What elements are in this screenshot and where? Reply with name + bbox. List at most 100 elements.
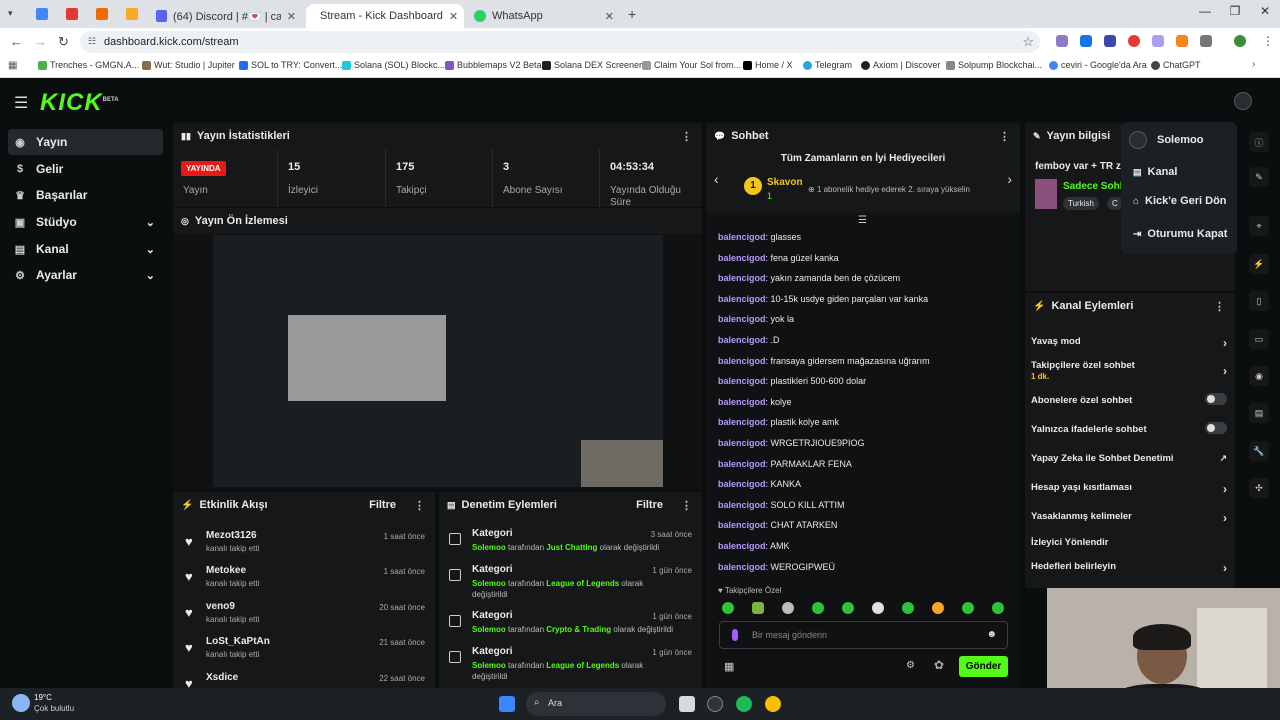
chat-input[interactable]: Bir mesaj gönderin ☻: [719, 621, 1008, 649]
user-avatar[interactable]: [1234, 92, 1252, 110]
next-arrow-icon[interactable]: ›: [1007, 171, 1012, 187]
more-options-icon[interactable]: ⋮: [1214, 300, 1225, 313]
reload-icon[interactable]: ↻: [58, 34, 69, 50]
stream-preview-video[interactable]: [213, 235, 663, 487]
more-options-icon[interactable]: ⋮: [681, 499, 692, 512]
google-tab-icon[interactable]: [36, 8, 48, 20]
tab-kick[interactable]: Stream - Kick Dashboard ✕: [306, 4, 464, 28]
emote[interactable]: [752, 602, 764, 614]
chat-username[interactable]: balencigod: [718, 253, 766, 263]
chat-username[interactable]: balencigod: [718, 541, 766, 551]
extension-search-icon[interactable]: [1080, 35, 1092, 47]
bookmark-item[interactable]: Trenches - GMGN.A...: [38, 60, 139, 70]
broadcast-icon[interactable]: ◉: [1249, 366, 1269, 386]
emote[interactable]: [932, 602, 944, 614]
profile-avatar-icon[interactable]: [1234, 35, 1246, 47]
close-tab-icon[interactable]: ✕: [605, 10, 614, 23]
emote[interactable]: [992, 602, 1004, 614]
tab-list-icon[interactable]: ▾: [8, 8, 13, 19]
sidebar-item-channel[interactable]: ▤ Kanal ⌄: [8, 236, 163, 262]
weather-icon[interactable]: [12, 694, 30, 712]
emote[interactable]: [842, 602, 854, 614]
chat-username[interactable]: balencigod: [718, 417, 766, 427]
url-field[interactable]: ☷ dashboard.kick.com/stream ☆: [80, 31, 1040, 53]
bookmark-item[interactable]: Solpump Blockchai...: [946, 60, 1042, 70]
bookmark-item[interactable]: Solana DEX Screener: [542, 60, 642, 70]
emote[interactable]: [872, 602, 884, 614]
bookmark-item[interactable]: ChatGPT: [1151, 60, 1201, 70]
tab-whatsapp[interactable]: WhatsApp ✕: [466, 4, 622, 28]
bookmark-item[interactable]: Home / X: [743, 60, 793, 70]
apps-icon[interactable]: ✣: [1249, 478, 1269, 498]
apps-grid-icon[interactable]: ▦: [8, 60, 17, 71]
chat-username[interactable]: balencigod: [718, 232, 766, 242]
wrench-icon[interactable]: 🔧: [1249, 441, 1269, 461]
bolt-icon[interactable]: ⚡: [1249, 254, 1269, 274]
gift-icon[interactable]: ✿: [934, 658, 944, 672]
chat-filter-icon[interactable]: ☰: [858, 215, 867, 226]
bookmark-item[interactable]: Axiom | Discover: [861, 60, 940, 70]
forward-icon[interactable]: →: [34, 34, 47, 49]
store-icon[interactable]: ▦: [724, 660, 734, 673]
chat-username[interactable]: balencigod: [718, 314, 766, 324]
browser-menu-icon[interactable]: ⋮: [1262, 34, 1274, 48]
extension-wave-icon[interactable]: [1104, 35, 1116, 47]
set-goals-item[interactable]: Hedefleri belirleyin ›: [1031, 561, 1227, 575]
info-icon[interactable]: ⓘ: [1249, 132, 1269, 152]
bookmark-item[interactable]: Wut: Studio | Jupiter: [142, 60, 235, 70]
more-options-icon[interactable]: ⋮: [999, 130, 1010, 143]
layout-icon[interactable]: ▤: [1249, 403, 1269, 423]
minimize-icon[interactable]: —: [1190, 4, 1220, 18]
emote[interactable]: [782, 602, 794, 614]
chat-username[interactable]: balencigod: [718, 356, 766, 366]
extension-pen-icon[interactable]: [1056, 35, 1068, 47]
close-tab-icon[interactable]: ✕: [449, 10, 458, 23]
bookmark-item[interactable]: Claim Your Sol from...: [642, 60, 741, 70]
subs-chat-toggle[interactable]: [1205, 393, 1227, 405]
extension-opera-icon[interactable]: [1128, 35, 1140, 47]
emote[interactable]: [962, 602, 974, 614]
activity-filter-button[interactable]: Filtre: [369, 499, 396, 511]
emotes-chat-toggle[interactable]: [1205, 422, 1227, 434]
banned-words-item[interactable]: Yasaklanmış kelimeler ›: [1031, 511, 1227, 525]
chrome-icon[interactable]: [765, 696, 781, 712]
spotify-icon[interactable]: [736, 696, 752, 712]
send-button[interactable]: Gönder: [959, 656, 1008, 677]
emote[interactable]: [722, 602, 734, 614]
target-icon[interactable]: ⌖: [1249, 216, 1269, 236]
emoji-icon[interactable]: ☻: [986, 629, 997, 640]
chat-username[interactable]: balencigod: [718, 294, 766, 304]
menu-item-logout[interactable]: ⇥ Oturumu Kapat: [1133, 228, 1227, 240]
ai-moderation-item[interactable]: Yapay Zeka ile Sohbet Denetimi ↗: [1031, 453, 1227, 464]
menu-toggle-icon[interactable]: ☰: [14, 93, 28, 113]
back-icon[interactable]: ←: [10, 34, 23, 49]
microphone-icon[interactable]: [732, 629, 738, 641]
sidebar-item-settings[interactable]: ⚙ Ayarlar ⌄: [8, 262, 163, 288]
app-icon[interactable]: [707, 696, 723, 712]
chat-username[interactable]: balencigod: [718, 335, 766, 345]
emote[interactable]: [902, 602, 914, 614]
previous-arrow-icon[interactable]: ‹: [714, 171, 719, 187]
menu-item-back-to-kick[interactable]: ⌂ Kick'e Geri Dön: [1133, 195, 1227, 207]
phone-icon[interactable]: ▯: [1249, 291, 1269, 311]
bookmark-item[interactable]: Solana (SOL) Blockc...: [342, 60, 445, 70]
sidebar-item-achievements[interactable]: ♛ Başarılar: [8, 182, 163, 208]
tab-discord[interactable]: (64) Discord | #💌 | caller-spoti ✕: [148, 4, 304, 28]
extension-metamask-icon[interactable]: [1176, 35, 1188, 47]
edit-icon[interactable]: ✎: [1249, 167, 1269, 187]
more-options-icon[interactable]: ⋮: [681, 130, 692, 143]
close-tab-icon[interactable]: ✕: [287, 10, 296, 23]
bookmark-item[interactable]: ceviri - Google'da Ara: [1049, 60, 1147, 70]
kick-logo[interactable]: KICKBETA: [40, 89, 119, 117]
adobe-tab-icon[interactable]: [66, 8, 78, 20]
chat-username[interactable]: balencigod: [718, 459, 766, 469]
new-tab-button[interactable]: +: [628, 6, 636, 22]
chat-icon[interactable]: ▭: [1249, 329, 1269, 349]
chat-username[interactable]: balencigod: [718, 273, 766, 283]
bookmark-item[interactable]: Telegram: [803, 60, 852, 70]
menu-item-channel[interactable]: ▤ Kanal: [1133, 166, 1177, 178]
start-icon[interactable]: [499, 696, 515, 712]
chat-username[interactable]: balencigod: [718, 500, 766, 510]
account-age-item[interactable]: Hesap yaşı kısıtlaması ›: [1031, 482, 1227, 496]
more-options-icon[interactable]: ⋮: [414, 499, 425, 512]
